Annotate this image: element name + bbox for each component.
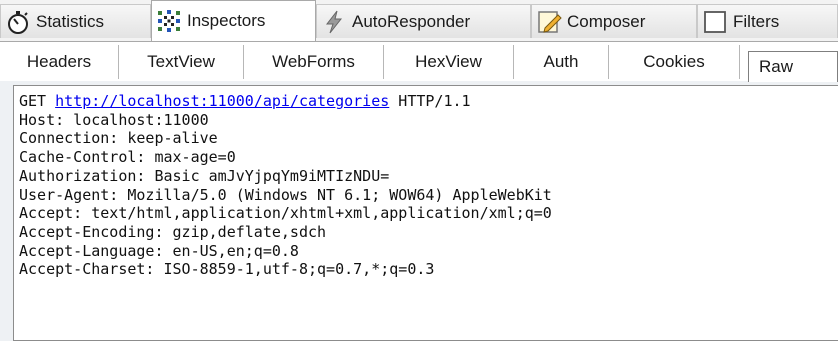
subtab-webforms[interactable]: WebForms <box>244 45 384 79</box>
subtab-label: HexView <box>415 52 482 71</box>
header-line: Accept: text/html,application/xhtml+xml,… <box>19 204 552 223</box>
checkbox-icon <box>702 9 728 35</box>
subtab-label: Cookies <box>643 52 705 71</box>
subtab-auth[interactable]: Auth <box>514 45 609 79</box>
request-url-link[interactable]: http://localhost:11000/api/categories <box>55 92 389 110</box>
tab-statistics[interactable]: Statistics <box>0 4 151 38</box>
tab-inspectors[interactable]: Inspectors <box>151 0 316 41</box>
tab-label: Filters <box>733 11 780 31</box>
subtab-hexview[interactable]: HexView <box>384 45 514 79</box>
pencil-icon <box>536 9 562 35</box>
tab-filters[interactable]: Filters <box>697 4 838 38</box>
tab-composer[interactable]: Composer <box>531 4 697 38</box>
header-line: Accept-Encoding: gzip,deflate,sdch <box>19 222 327 241</box>
stopwatch-icon <box>5 9 31 35</box>
inspector-subtabs: Headers TextView WebForms HexView Auth C… <box>0 41 838 82</box>
tab-label: Inspectors <box>187 11 266 30</box>
header-line: Accept-Language: en-US,en;q=0.8 <box>19 241 299 260</box>
subtab-label: Auth <box>543 52 579 71</box>
subtab-raw[interactable]: Raw <box>748 51 838 82</box>
request-method: GET <box>19 92 47 110</box>
header-line: Accept-Charset: ISO-8859-1,utf-8;q=0.7,*… <box>19 260 435 279</box>
lightning-icon <box>321 9 347 35</box>
subtab-label: Raw <box>759 57 794 76</box>
raw-request-textarea[interactable]: GET http://localhost:11000/api/categorie… <box>13 85 838 341</box>
subtab-textview[interactable]: TextView <box>119 45 244 79</box>
subtab-label: WebForms <box>272 52 355 71</box>
tab-label: AutoResponder <box>352 11 471 31</box>
subtab-label: TextView <box>147 52 215 71</box>
inspectors-icon <box>156 8 182 34</box>
header-line: User-Agent: Mozilla/5.0 (Windows NT 6.1;… <box>19 185 552 204</box>
subtab-headers[interactable]: Headers <box>0 45 119 79</box>
header-line: Cache-Control: max-age=0 <box>19 148 236 167</box>
header-line: Host: localhost:11000 <box>19 110 209 129</box>
subtab-label: Headers <box>26 52 92 71</box>
main-tab-strip: Statistics Inspectors AutoResponder Comp… <box>0 0 838 41</box>
tab-label: Composer <box>567 11 646 31</box>
header-line: Authorization: Basic amJvYjpqYm9iMTIzNDU… <box>19 166 390 185</box>
header-line: Connection: keep-alive <box>19 129 218 148</box>
tab-autoresponder[interactable]: AutoResponder <box>316 4 531 38</box>
request-version: HTTP/1.1 <box>398 92 471 110</box>
raw-request-text: GET http://localhost:11000/api/categorie… <box>19 92 552 279</box>
tab-label: Statistics <box>36 11 105 31</box>
subtab-cookies[interactable]: Cookies <box>609 45 740 79</box>
